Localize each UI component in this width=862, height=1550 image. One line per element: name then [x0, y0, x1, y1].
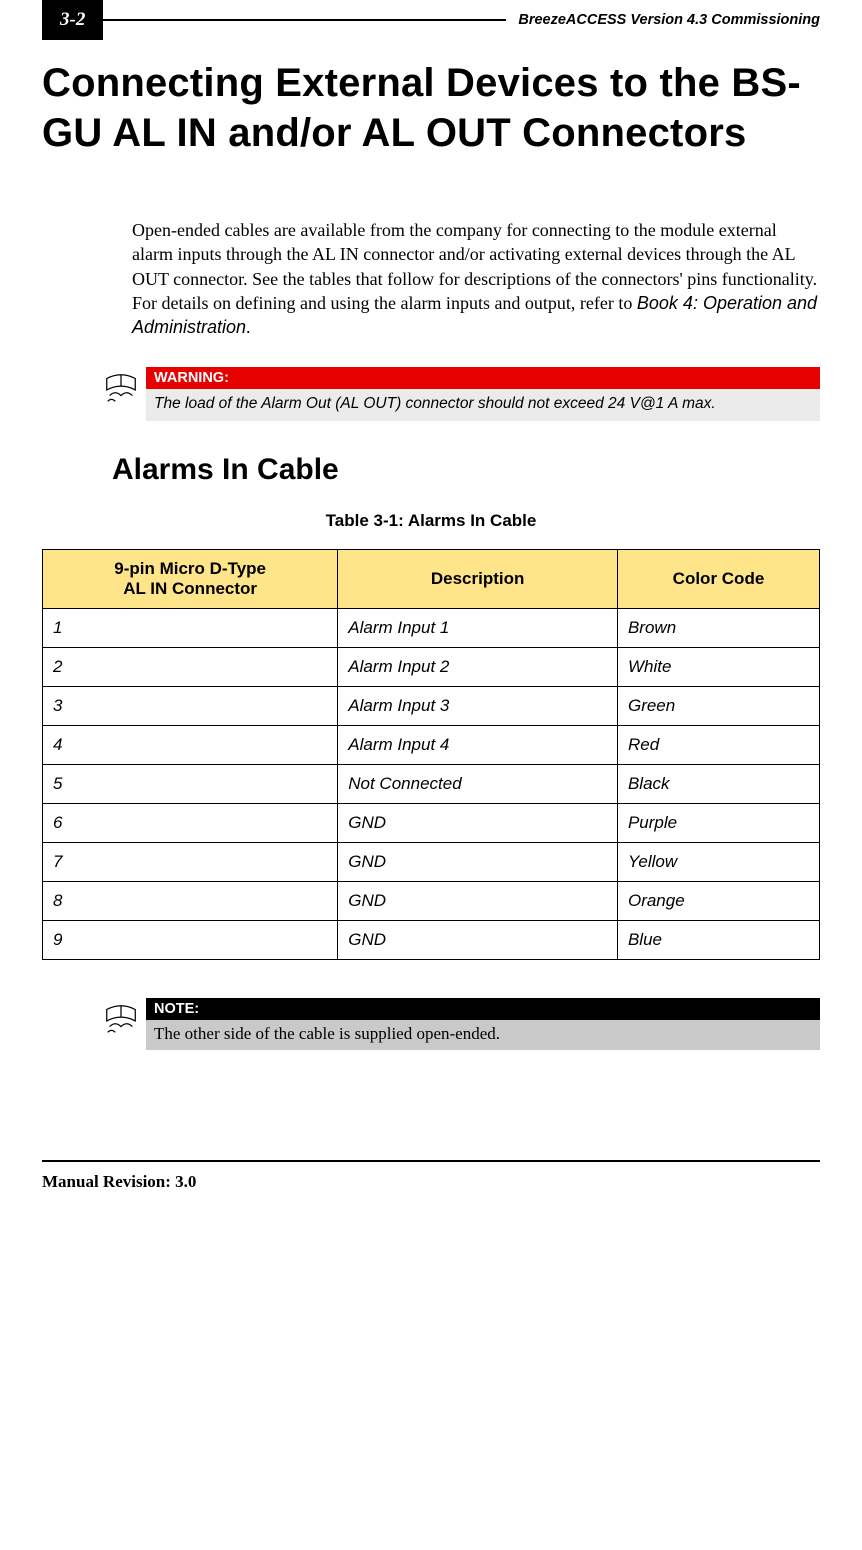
cell-desc: GND — [338, 921, 618, 960]
cell-pin: 4 — [43, 726, 338, 765]
cell-color: Black — [617, 765, 819, 804]
cell-color: Yellow — [617, 843, 819, 882]
cell-pin: 7 — [43, 843, 338, 882]
header-doc-title: BreezeACCESS Version 4.3 Commissioning — [506, 12, 820, 28]
page-title: Connecting External Devices to the BS-GU… — [42, 58, 820, 158]
cell-desc: GND — [338, 882, 618, 921]
note-callout: NOTE: The other side of the cable is sup… — [102, 998, 820, 1050]
cell-color: Blue — [617, 921, 819, 960]
table-row: 2 Alarm Input 2 White — [43, 648, 820, 687]
page-number-badge: 3-2 — [42, 0, 103, 40]
table-row: 3 Alarm Input 3 Green — [43, 687, 820, 726]
cell-desc: Alarm Input 1 — [338, 609, 618, 648]
cell-desc: Alarm Input 2 — [338, 648, 618, 687]
page-header: 3-2 BreezeACCESS Version 4.3 Commissioni… — [42, 0, 820, 40]
cell-pin: 8 — [43, 882, 338, 921]
cell-color: Green — [617, 687, 819, 726]
intro-paragraph: Open-ended cables are available from the… — [132, 218, 820, 339]
table-head-description: Description — [338, 550, 618, 609]
table-row: 6 GND Purple — [43, 804, 820, 843]
alarms-in-cable-table: 9-pin Micro D-Type AL IN Connector Descr… — [42, 549, 820, 960]
footer-rule — [42, 1160, 820, 1162]
cell-desc: GND — [338, 843, 618, 882]
th-line2: AL IN Connector — [53, 579, 327, 599]
cell-pin: 2 — [43, 648, 338, 687]
note-label: NOTE: — [146, 998, 820, 1020]
warning-callout: WARNING: The load of the Alarm Out (AL O… — [102, 367, 820, 421]
section-heading-alarms-in-cable: Alarms In Cable — [112, 453, 820, 487]
cell-desc: Alarm Input 3 — [338, 687, 618, 726]
book-hand-icon — [102, 1000, 144, 1038]
table-row: 1 Alarm Input 1 Brown — [43, 609, 820, 648]
cell-color: Purple — [617, 804, 819, 843]
cell-color: Brown — [617, 609, 819, 648]
th-line1: 9-pin Micro D-Type — [53, 559, 327, 579]
table-row: 8 GND Orange — [43, 882, 820, 921]
table-row: 4 Alarm Input 4 Red — [43, 726, 820, 765]
cell-pin: 9 — [43, 921, 338, 960]
header-rule — [103, 19, 506, 21]
table-head-pin: 9-pin Micro D-Type AL IN Connector — [43, 550, 338, 609]
cell-color: Orange — [617, 882, 819, 921]
intro-period: . — [246, 317, 251, 337]
cell-desc: Alarm Input 4 — [338, 726, 618, 765]
table-row: 5 Not Connected Black — [43, 765, 820, 804]
cell-color: Red — [617, 726, 819, 765]
warning-text: The load of the Alarm Out (AL OUT) conne… — [146, 389, 820, 421]
table-head-color-code: Color Code — [617, 550, 819, 609]
cell-pin: 3 — [43, 687, 338, 726]
warning-label: WARNING: — [146, 367, 820, 389]
cell-pin: 5 — [43, 765, 338, 804]
cell-pin: 6 — [43, 804, 338, 843]
cell-color: White — [617, 648, 819, 687]
cell-desc: Not Connected — [338, 765, 618, 804]
note-text: The other side of the cable is supplied … — [146, 1020, 820, 1050]
footer-revision: Manual Revision: 3.0 — [42, 1172, 820, 1192]
table-row: 7 GND Yellow — [43, 843, 820, 882]
table-row: 9 GND Blue — [43, 921, 820, 960]
table-caption: Table 3-1: Alarms In Cable — [42, 511, 820, 531]
cell-desc: GND — [338, 804, 618, 843]
table-header-row: 9-pin Micro D-Type AL IN Connector Descr… — [43, 550, 820, 609]
book-hand-icon — [102, 369, 144, 407]
cell-pin: 1 — [43, 609, 338, 648]
